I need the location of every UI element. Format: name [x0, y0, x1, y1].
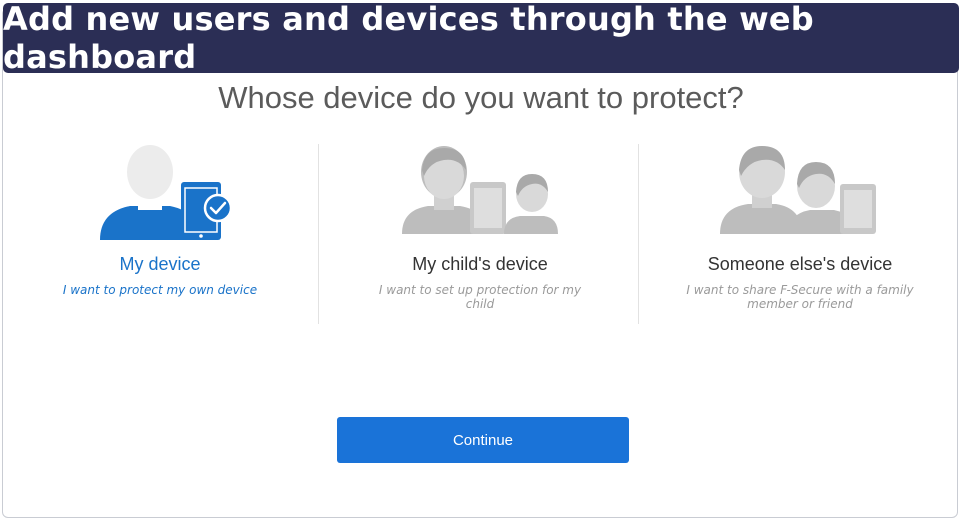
- check-icon: [203, 193, 233, 223]
- childs-device-illustration: [402, 146, 558, 234]
- my-device-illustration: [100, 142, 233, 240]
- option-title: Someone else's device: [707, 254, 893, 274]
- option-someone-elses-device[interactable]: Someone else's device I want to share F-…: [640, 136, 960, 326]
- tablet-icon: [470, 182, 506, 234]
- person-icon: [720, 146, 802, 234]
- option-childs-device[interactable]: My child's device I want to set up prote…: [320, 136, 640, 326]
- continue-button[interactable]: Continue: [337, 417, 629, 463]
- option-title: My device: [119, 254, 201, 274]
- option-description: I want to protect my own device: [62, 283, 258, 297]
- caption-text: Add new users and devices through the we…: [3, 0, 814, 76]
- option-description: I want to set up protection for my child: [378, 283, 582, 311]
- page-title: Whose device do you want to protect?: [218, 80, 744, 115]
- option-title: My child's device: [412, 254, 548, 274]
- option-my-device[interactable]: My device I want to protect my own devic…: [0, 136, 320, 326]
- someone-elses-device-illustration: [720, 146, 876, 234]
- tablet-icon: [840, 184, 876, 234]
- device-options: My device I want to protect my own devic…: [0, 136, 962, 326]
- child-icon: [504, 174, 558, 234]
- option-description: I want to share F-Secure with a family m…: [686, 283, 914, 311]
- caption-banner: Add new users and devices through the we…: [3, 0, 959, 76]
